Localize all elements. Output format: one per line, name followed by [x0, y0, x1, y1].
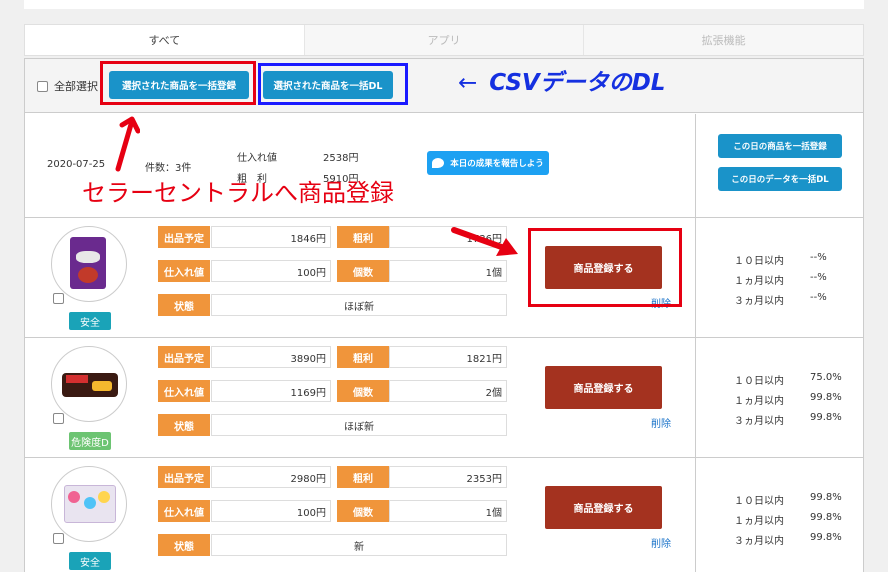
- qty-value-2[interactable]: 2個: [389, 380, 507, 402]
- rate-3m-label-1: ３ヵ月以内: [734, 296, 784, 307]
- product-image-2: [51, 346, 127, 422]
- rate-1m-label-1: １ヵ月以内: [734, 276, 784, 287]
- rate-10d-value-2: 75.0%: [810, 372, 842, 383]
- rate-10d-value-3: 99.8%: [810, 492, 842, 503]
- profit-label-1: 粗利: [337, 226, 389, 248]
- cost-value-1[interactable]: 100円: [211, 260, 331, 282]
- product-image-1: [51, 226, 127, 302]
- summary-cost-label: 仕入れ値: [237, 153, 277, 164]
- top-strip: [24, 0, 864, 9]
- rate-10d-value-1: --%: [810, 252, 827, 263]
- tweet-report-button[interactable]: 本日の成果を報告しよう: [427, 151, 549, 175]
- rate-10d-label-3: １０日以内: [734, 496, 784, 507]
- cost-label-3: 仕入れ値: [158, 500, 210, 522]
- day-download-button[interactable]: この日のデータを一括DL: [718, 167, 842, 191]
- qty-label-3: 個数: [337, 500, 389, 522]
- rate-3m-value-3: 99.8%: [810, 532, 842, 543]
- profit-label-2: 粗利: [337, 346, 389, 368]
- delete-link-2[interactable]: 削除: [651, 415, 671, 430]
- condition-value-2[interactable]: ほぼ新: [211, 414, 507, 436]
- rate-3m-label-2: ３ヵ月以内: [734, 416, 784, 427]
- profit-value-2[interactable]: 1821円: [389, 346, 507, 368]
- product-image-3: [51, 466, 127, 542]
- summary-cost-value: 2538円: [323, 153, 359, 164]
- tab-all[interactable]: すべて: [25, 25, 304, 55]
- price-label-1: 出品予定: [158, 226, 210, 248]
- checkbox-icon[interactable]: [37, 80, 48, 92]
- qty-value-3[interactable]: 1個: [389, 500, 507, 522]
- cost-value-3[interactable]: 100円: [211, 500, 331, 522]
- product-row-1: 安全 出品予定 1846円 粗利 1736円 仕入れ値 100円 個数 1個 状…: [25, 218, 863, 338]
- price-label-3: 出品予定: [158, 466, 210, 488]
- right-arrow-icon: [451, 227, 518, 256]
- summary-actions: この日の商品を一括登録 この日のデータを一括DL: [695, 114, 863, 218]
- item-checkbox-1[interactable]: [53, 293, 64, 304]
- cost-value-2[interactable]: 1169円: [211, 380, 331, 402]
- tweet-label: 本日の成果を報告しよう: [450, 159, 544, 169]
- sales-rate-2: １０日以内 75.0% １ヵ月以内 99.8% ３ヵ月以内 99.8%: [695, 338, 863, 457]
- sales-rate-1: １０日以内 --% １ヵ月以内 --% ３ヵ月以内 --%: [695, 218, 863, 337]
- item-checkbox-2[interactable]: [53, 413, 64, 424]
- rate-1m-value-1: --%: [810, 272, 827, 283]
- register-button-2[interactable]: 商品登録する: [545, 366, 662, 409]
- price-value-2[interactable]: 3890円: [211, 346, 331, 368]
- rate-1m-value-3: 99.8%: [810, 512, 842, 523]
- tab-extensions[interactable]: 拡張機能: [583, 25, 864, 55]
- annotation-seller-label: セラーセントラルへ商品登録: [82, 179, 394, 207]
- status-badge-2: 危険度D: [69, 432, 111, 450]
- condition-label-1: 状態: [158, 294, 210, 316]
- register-button-3[interactable]: 商品登録する: [545, 486, 662, 529]
- cost-label-2: 仕入れ値: [158, 380, 210, 402]
- select-all-checkbox[interactable]: 全部選択: [37, 78, 98, 94]
- qty-value-1[interactable]: 1個: [389, 260, 507, 282]
- rate-3m-value-1: --%: [810, 292, 827, 303]
- price-value-1[interactable]: 1846円: [211, 226, 331, 248]
- annotation-csv-text: CSVデータのDL: [489, 70, 666, 96]
- tab-bar: すべて アプリ 拡張機能: [24, 24, 864, 56]
- sales-rate-3: １０日以内 99.8% １ヵ月以内 99.8% ３ヵ月以内 99.8%: [695, 458, 863, 572]
- item-checkbox-3[interactable]: [53, 533, 64, 544]
- product-row-3: 安全 出品予定 2980円 粗利 2353円 仕入れ値 100円 個数 1個 状…: [25, 458, 863, 572]
- condition-value-3[interactable]: 新: [211, 534, 507, 556]
- rate-10d-label-2: １０日以内: [734, 376, 784, 387]
- annotation-csv-label: ← CSVデータのDL: [458, 72, 665, 95]
- status-badge-3: 安全: [69, 552, 111, 570]
- condition-value-1[interactable]: ほぼ新: [211, 294, 507, 316]
- twitter-icon: [432, 158, 445, 168]
- profit-value-3[interactable]: 2353円: [389, 466, 507, 488]
- qty-label-2: 個数: [337, 380, 389, 402]
- main-panel: 全部選択 選択された商品を一括登録 選択された商品を一括DL 2020-07-2…: [24, 58, 864, 572]
- rate-1m-value-2: 99.8%: [810, 392, 842, 403]
- price-value-3[interactable]: 2980円: [211, 466, 331, 488]
- rate-1m-label-2: １ヵ月以内: [734, 396, 784, 407]
- summary-date: 2020-07-25: [47, 159, 106, 170]
- annotation-download-frame: [258, 63, 408, 105]
- status-badge-1: 安全: [69, 312, 111, 330]
- left-arrow-icon: ←: [458, 70, 478, 96]
- condition-label-2: 状態: [158, 414, 210, 436]
- summary-count: 件数：3件: [145, 163, 192, 174]
- rate-3m-label-3: ３ヵ月以内: [734, 536, 784, 547]
- annotation-register-item-frame: [528, 228, 682, 307]
- qty-label-1: 個数: [337, 260, 389, 282]
- condition-label-3: 状態: [158, 534, 210, 556]
- profit-label-3: 粗利: [337, 466, 389, 488]
- delete-link-3[interactable]: 削除: [651, 535, 671, 550]
- product-row-2: 危険度D 出品予定 3890円 粗利 1821円 仕入れ値 1169円 個数 2…: [25, 338, 863, 458]
- up-arrow-icon: [115, 116, 140, 172]
- price-label-2: 出品予定: [158, 346, 210, 368]
- rate-1m-label-3: １ヵ月以内: [734, 516, 784, 527]
- day-register-button[interactable]: この日の商品を一括登録: [718, 134, 842, 158]
- annotation-register-frame: [100, 61, 256, 105]
- tab-apps[interactable]: アプリ: [303, 25, 584, 55]
- rate-3m-value-2: 99.8%: [810, 412, 842, 423]
- rate-10d-label-1: １０日以内: [734, 256, 784, 267]
- cost-label-1: 仕入れ値: [158, 260, 210, 282]
- select-all-label: 全部選択: [54, 80, 98, 93]
